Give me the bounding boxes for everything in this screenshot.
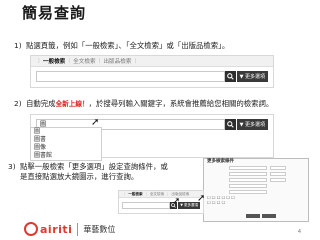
advanced-field[interactable]: [270, 178, 286, 182]
tab-publication-search[interactable]: 出版品檢索: [103, 57, 131, 65]
step-2-pre: 自動完成: [26, 99, 56, 108]
tab-general-search[interactable]: 一般檢索: [128, 192, 142, 197]
tab-fulltext-search[interactable]: 全文檢索: [150, 192, 164, 197]
search-row: ▼ 更多選項: [122, 202, 200, 209]
suggestion-item[interactable]: 圖: [31, 128, 101, 136]
advanced-field[interactable]: [229, 178, 267, 182]
advanced-field[interactable]: [229, 166, 267, 170]
autocomplete-dropdown: 圖 圖書 圖像 圖書館: [30, 127, 102, 161]
search-widget-tabs: | 一般檢索 | 全文檢索 | 出版品檢索 | ▼ 更多選項: [30, 55, 274, 88]
search-tabs: | 一般檢索 | 全文檢索 | 出版品檢索: [119, 191, 203, 198]
new-feature-badge: 全新上線！: [55, 100, 89, 108]
mouse-cursor-icon: ➚: [91, 117, 100, 128]
advanced-field[interactable]: [229, 190, 267, 194]
suggestion-item[interactable]: 圖像: [31, 144, 101, 152]
page-title: 簡易查詢: [22, 4, 87, 22]
search-row: ▼ 更多選項: [36, 71, 268, 82]
advanced-field[interactable]: [229, 184, 267, 188]
step-3-line2: 是直接點選放大鏡圖示，進行查詢。: [20, 172, 139, 181]
step-1-number: 1): [14, 41, 22, 50]
more-options-button[interactable]: ▼ 更多選項: [236, 119, 268, 130]
footer-brand: airiti 華藝數位: [24, 220, 115, 238]
step-2-number: 2): [14, 99, 22, 108]
search-button[interactable]: [224, 119, 236, 130]
search-input[interactable]: [36, 71, 225, 82]
page-number: 4: [297, 229, 301, 235]
advanced-checkbox-row[interactable]: ☐ ☐ ☐ ☐: [204, 200, 308, 205]
step-1: 1) 點選頁籤，例如「一般檢索」、「全文檢索」或「出版品檢索」。: [14, 41, 229, 51]
tab-fulltext-search[interactable]: 全文檢索: [73, 57, 95, 65]
airiti-logo: airiti: [24, 222, 72, 236]
step-3-number: 3): [8, 162, 16, 171]
advanced-search-button[interactable]: [246, 214, 260, 218]
search-icon: [226, 73, 234, 80]
search-icon: [226, 121, 234, 128]
search-button[interactable]: [224, 71, 236, 82]
advanced-field[interactable]: [270, 166, 286, 170]
mouse-cursor-icon: ➚: [197, 193, 206, 204]
company-name: 華藝數位: [83, 224, 116, 234]
step-1-text: 點選頁籤，例如「一般檢索」、「全文檢索」或「出版品檢索」。: [26, 41, 230, 50]
step-2: 2) 自動完成全新上線！，於搜尋列輸入關鍵字，系統會推薦給您相關的檢索詞。: [14, 99, 273, 109]
search-tabs: | 一般檢索 | 全文檢索 | 出版品檢索 |: [31, 56, 273, 67]
suggestion-item[interactable]: 圖書館: [31, 152, 101, 160]
advanced-reset-button[interactable]: [262, 214, 276, 218]
search-input[interactable]: [122, 202, 171, 209]
logo-text: airiti: [40, 222, 73, 236]
search-widget-small: | 一般檢索 | 全文檢索 | 出版品檢索 ▼ 更多選項: [118, 190, 204, 214]
step-2-text: ，於搜尋列輸入關鍵字，系統會推薦給您相關的檢索詞。: [88, 99, 274, 108]
step-3-line1: 點擊一般檢索「更多選項」設定查詢條件，或: [20, 162, 168, 171]
advanced-field[interactable]: [229, 172, 267, 176]
logo-ring-icon: [24, 222, 38, 236]
advanced-field[interactable]: [270, 172, 286, 176]
step-3: 3) 點擊一般檢索「更多選項」設定查詢條件，或 是直接點選放大鏡圖示，進行查詢。: [8, 162, 168, 182]
suggestion-item[interactable]: 圖書: [31, 136, 101, 144]
more-options-button[interactable]: ▼ 更多選項: [236, 71, 268, 82]
tab-general-search[interactable]: 一般檢索: [43, 57, 65, 65]
mouse-cursor-icon: ➚: [172, 196, 181, 207]
advanced-options-panel: 更多檢索條件 ☐ ☐ ☐ ☐ ☐ ☐ ☐ ☐ ☐ ☐: [203, 158, 309, 222]
